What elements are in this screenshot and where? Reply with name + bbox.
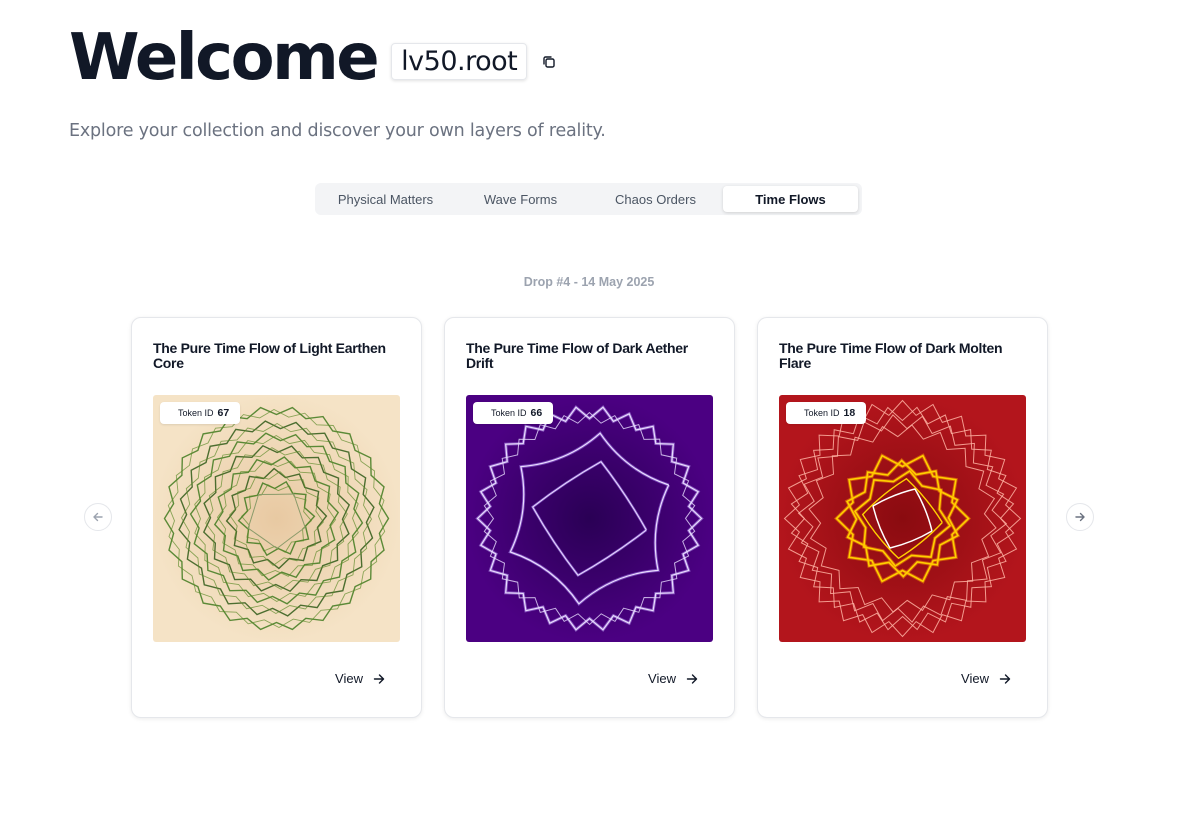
arrow-right-icon xyxy=(373,673,385,684)
view-button[interactable]: View xyxy=(335,671,385,686)
token-id-label: Token ID xyxy=(804,408,840,418)
artwork-pattern xyxy=(466,395,713,642)
token-id-label: Token ID xyxy=(491,408,527,418)
view-label: View xyxy=(335,671,363,686)
view-label: View xyxy=(961,671,989,686)
page-title: Welcome xyxy=(69,21,380,95)
tab-wave-forms[interactable]: Wave Forms xyxy=(453,186,588,212)
artwork-pattern xyxy=(779,395,1026,642)
token-id-value: 18 xyxy=(843,407,856,419)
page-subtitle: Explore your collection and discover you… xyxy=(69,121,606,141)
token-id-badge: Token ID 18 xyxy=(786,402,867,424)
tab-chaos-orders[interactable]: Chaos Orders xyxy=(588,186,723,212)
token-id-label: Token ID xyxy=(178,408,214,418)
nft-artwork[interactable]: Token ID 18 xyxy=(779,395,1026,642)
arrow-right-icon xyxy=(686,673,698,684)
token-id-value: 66 xyxy=(530,407,543,419)
nft-card[interactable]: The Pure Time Flow of Dark Aether Drift … xyxy=(444,317,735,718)
nft-artwork[interactable]: Token ID 67 xyxy=(153,395,400,642)
card-title: The Pure Time Flow of Dark Molten Flare xyxy=(779,340,1003,371)
nft-card[interactable]: The Pure Time Flow of Dark Molten Flare … xyxy=(757,317,1048,718)
card-title: The Pure Time Flow of Dark Aether Drift xyxy=(466,340,688,371)
view-button[interactable]: View xyxy=(648,671,698,686)
welcome-header: Welcome lv50.root xyxy=(69,22,557,94)
copy-icon[interactable] xyxy=(541,54,557,70)
tab-time-flows[interactable]: Time Flows xyxy=(723,186,858,212)
carousel-next-button[interactable] xyxy=(1066,503,1094,531)
arrow-left-icon xyxy=(93,512,103,522)
token-id-badge: Token ID 67 xyxy=(160,402,241,424)
arrow-right-icon xyxy=(999,673,1011,684)
drop-label: Drop #4 - 14 May 2025 xyxy=(523,275,655,289)
username-badge: lv50.root xyxy=(391,42,528,80)
artwork-pattern xyxy=(153,395,400,642)
token-id-badge: Token ID 66 xyxy=(473,402,554,424)
nft-artwork[interactable]: Token ID 66 xyxy=(466,395,713,642)
arrow-right-icon xyxy=(1075,512,1085,522)
nft-card[interactable]: The Pure Time Flow of Light Earthen Core… xyxy=(131,317,422,718)
carousel-prev-button[interactable] xyxy=(84,503,112,531)
view-label: View xyxy=(648,671,676,686)
tab-physical-matters[interactable]: Physical Matters xyxy=(318,186,453,212)
collection-tabs: Physical Matters Wave Forms Chaos Orders… xyxy=(315,183,862,215)
token-id-value: 67 xyxy=(217,407,230,419)
view-button[interactable]: View xyxy=(961,671,1011,686)
card-title: The Pure Time Flow of Light Earthen Core xyxy=(153,340,386,371)
